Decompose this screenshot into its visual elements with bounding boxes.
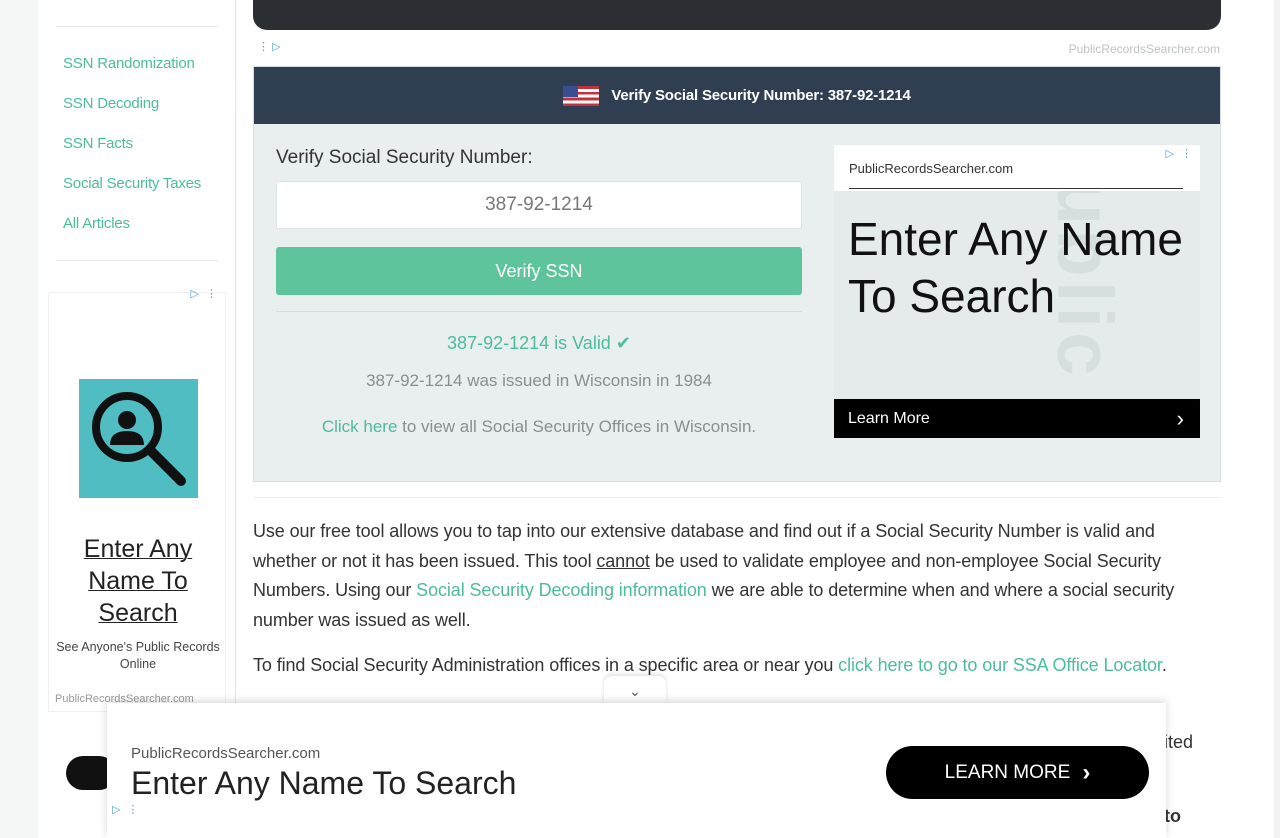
sidebar-divider (56, 260, 218, 261)
sidebar-ad-title[interactable]: Enter Any Name To Search (49, 533, 227, 629)
inline-ad-domain: PublicRecordsSearcher.com (849, 161, 1014, 176)
inline-ad-headline[interactable]: Enter Any Name To Search (848, 211, 1200, 325)
sidebar-link-ssn-randomization[interactable]: SSN Randomization (63, 55, 195, 72)
sticky-ad-headline[interactable]: Enter Any Name To Search (131, 765, 516, 802)
offices-paragraph: To find Social Security Administration o… (253, 651, 1217, 681)
offices-paragraph-text: To find Social Security Administration o… (253, 655, 839, 675)
result-valid: 387-92-1214 is Valid ✔ (276, 333, 802, 354)
adchoices-icon[interactable]: ⋮ ▷ (258, 40, 281, 53)
ssn-form-label: Verify Social Security Number: (276, 147, 533, 168)
sidebar-link-social-security-taxes[interactable]: Social Security Taxes (63, 175, 201, 192)
offices-note: Click here to view all Social Security O… (276, 417, 802, 437)
intro-paragraph: Use our free tool allows you to tap into… (253, 517, 1217, 635)
window-left-edge (0, 0, 38, 838)
result-valid-text: 387-92-1214 is Valid (447, 333, 611, 353)
checkmark-icon: ✔ (615, 333, 631, 353)
cta-label: LEARN MORE (944, 761, 1071, 783)
adchoices-icon[interactable]: ▷ ⋮ (1165, 147, 1194, 160)
learn-more-cta-button[interactable]: LEARN MORE › (886, 746, 1149, 799)
top-ad-domain: PublicRecordsSearcher.com (1068, 42, 1220, 56)
obscured-text: ited (1164, 732, 1194, 752)
offices-link[interactable]: Click here (322, 417, 398, 436)
result-issued: 387-92-1214 was issued in Wisconsin in 1… (366, 371, 712, 390)
us-flag-icon (563, 85, 600, 106)
panel-header: Verify Social Security Number: 387-92-12… (254, 67, 1220, 124)
ssn-decoding-link[interactable]: Social Security Decoding information (416, 580, 707, 600)
ssa-office-locator-link[interactable]: click here to go to our SSA Office Locat… (838, 655, 1162, 675)
sidebar-link-all-articles[interactable]: All Articles (63, 215, 130, 232)
sidebar-ad-subtitle: See Anyone's Public Records Online (56, 640, 220, 671)
sidebar-divider (56, 26, 218, 27)
inline-ad[interactable]: ▷ ⋮ PublicRecordsSearcher.com Public Ent… (834, 145, 1200, 438)
sidebar-ad[interactable]: ▷ ⋮ Enter Any Name To Search See Anyone'… (48, 288, 227, 712)
sidebar-link-ssn-facts[interactable]: SSN Facts (63, 135, 133, 152)
inline-ad-divider (849, 188, 1183, 189)
ssn-input[interactable] (276, 181, 802, 229)
sticky-bottom-ad[interactable]: PublicRecordsSearcher.com Enter Any Name… (107, 703, 1166, 838)
chevron-right-icon: › (1082, 758, 1091, 786)
obscured-text: to (1164, 806, 1181, 826)
offices-text: to view all Social Security Offices in W… (397, 417, 757, 436)
verify-ssn-button[interactable]: Verify SSN (276, 247, 802, 295)
verify-ssn-panel: Verify Social Security Number: 387-92-12… (253, 66, 1221, 482)
intro-emphasis: cannot (596, 550, 650, 571)
sticky-ad-domain: PublicRecordsSearcher.com (131, 745, 321, 762)
adchoices-icon[interactable]: ▷ ⋮ (112, 803, 141, 816)
chevron-right-icon: › (1176, 405, 1184, 431)
person-search-icon[interactable] (79, 379, 198, 498)
collapse-ad-button[interactable]: ⌄ (604, 676, 666, 706)
content-divider (253, 497, 1221, 498)
result-divider (276, 311, 802, 312)
sidebar-link-ssn-decoding[interactable]: SSN Decoding (63, 95, 159, 112)
chevron-down-icon: ⌄ (629, 682, 641, 699)
offices-paragraph-text: . (1161, 655, 1167, 675)
learn-more-label: Learn More (848, 409, 930, 427)
window-right-edge (1274, 0, 1280, 838)
adchoices-icon[interactable]: ▷ ⋮ (190, 287, 219, 300)
learn-more-button[interactable]: Learn More › (834, 399, 1200, 438)
panel-header-title: Verify Social Security Number: 387-92-12… (611, 87, 911, 104)
top-banner-ad[interactable] (253, 0, 1221, 30)
